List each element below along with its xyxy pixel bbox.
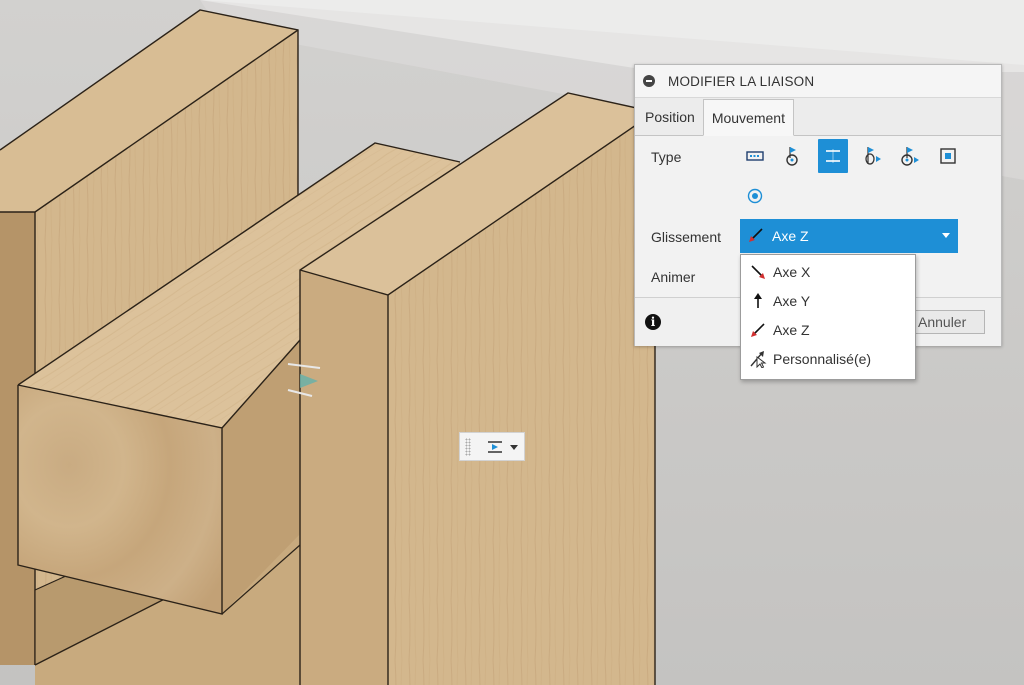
slide-axis-dropdown[interactable]: Axe Z [740, 219, 958, 253]
menu-item-axis-x[interactable]: Axe X [741, 258, 913, 286]
slide-axis-value: Axe Z [772, 228, 809, 244]
slider-joint-icon[interactable] [486, 438, 504, 461]
rigid-joint-icon[interactable] [740, 139, 770, 173]
slider-joint-icon[interactable] [818, 139, 848, 173]
axis-z-icon [748, 227, 764, 246]
cancel-button[interactable]: Annuler [915, 310, 985, 334]
menu-item-custom[interactable]: Personnalisé(e) [741, 345, 913, 373]
chevron-down-icon [942, 233, 950, 238]
drag-grip-icon[interactable] [465, 438, 471, 456]
axis-dropdown-menu: Axe X Axe Y Axe Z Personnalisé(e) [740, 254, 916, 380]
menu-item-label: Axe X [773, 264, 811, 280]
ball-joint-icon[interactable] [740, 179, 770, 213]
collapse-icon[interactable] [643, 75, 655, 87]
animate-label: Animer [651, 269, 696, 285]
menu-item-label: Axe Z [773, 322, 810, 338]
slide-label: Glissement [651, 229, 722, 245]
axis-z-icon [749, 321, 767, 339]
menu-item-label: Personnalisé(e) [773, 351, 872, 367]
type-label: Type [651, 149, 682, 165]
axis-y-icon [749, 292, 767, 310]
menu-item-axis-z[interactable]: Axe Z [741, 316, 913, 344]
pin-slot-joint-icon[interactable] [895, 139, 925, 173]
menu-item-label: Axe Y [773, 293, 811, 309]
tab-mouvement[interactable]: Mouvement [702, 99, 794, 136]
chevron-down-icon[interactable] [510, 445, 518, 450]
dialog-header: MODIFIER LA LIAISON [635, 65, 1001, 98]
cylindrical-joint-icon[interactable] [857, 139, 887, 173]
tab-position[interactable]: Position [637, 99, 703, 135]
planar-joint-icon[interactable] [933, 139, 963, 173]
dialog-title: MODIFIER LA LIAISON [668, 73, 815, 89]
custom-axis-icon [749, 350, 767, 368]
dialog-tabs: Position Mouvement [635, 98, 1001, 136]
axis-x-icon [749, 263, 767, 281]
menu-item-axis-y[interactable]: Axe Y [741, 287, 913, 315]
revolute-joint-icon[interactable] [778, 139, 808, 173]
joint-mini-toolbar[interactable] [459, 432, 525, 461]
info-icon[interactable]: i [645, 314, 661, 330]
